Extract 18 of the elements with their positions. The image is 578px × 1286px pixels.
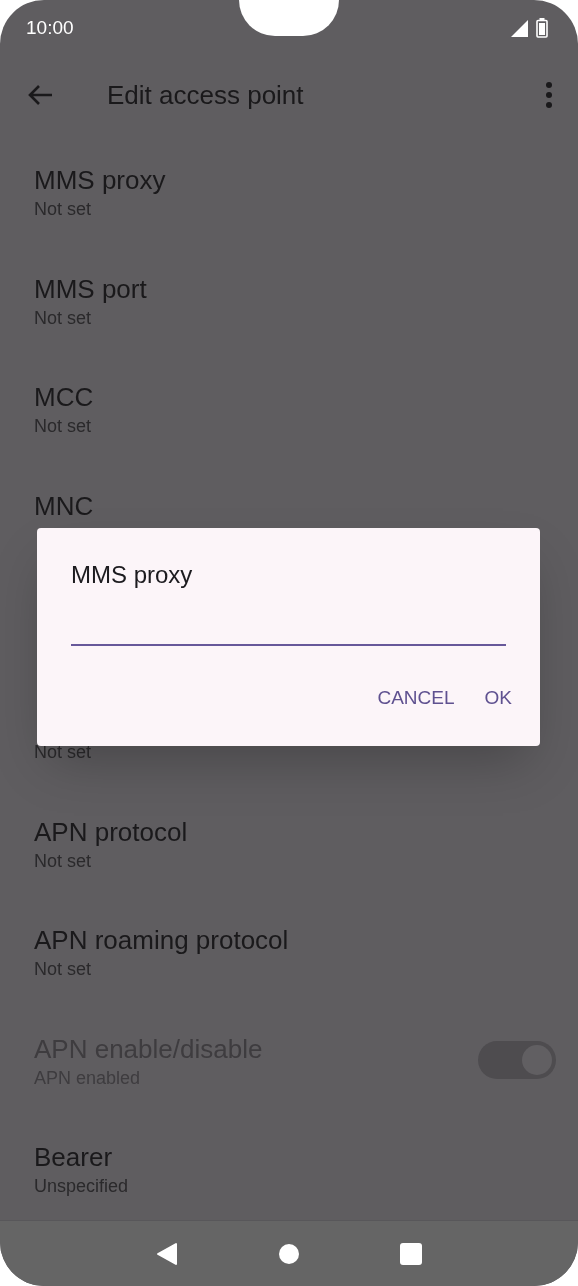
setting-title: MNC — [34, 490, 94, 521]
setting-title: APN roaming protocol — [34, 925, 289, 956]
battery-icon — [536, 18, 548, 38]
screen-title: Edit access point — [107, 78, 305, 112]
back-nav-icon[interactable] — [156, 1241, 178, 1266]
dialog-button[interactable]: OK — [472, 676, 524, 721]
setting-title: Bearer — [34, 1142, 113, 1173]
home-nav-icon[interactable] — [278, 1242, 300, 1265]
status-time: 10:00 — [26, 15, 74, 40]
signal-icon — [511, 19, 528, 37]
dialog-title: MMS proxy — [71, 560, 194, 590]
setting-title: APN protocol — [34, 816, 188, 847]
setting-title: MMS proxy — [34, 165, 166, 195]
more-options-icon[interactable] — [544, 82, 554, 108]
setting-title: MMS port — [34, 273, 147, 304]
dialog-button[interactable]: CANCEL — [365, 676, 467, 721]
setting-title: MCC — [34, 382, 94, 413]
recents-nav-icon[interactable] — [400, 1242, 422, 1265]
